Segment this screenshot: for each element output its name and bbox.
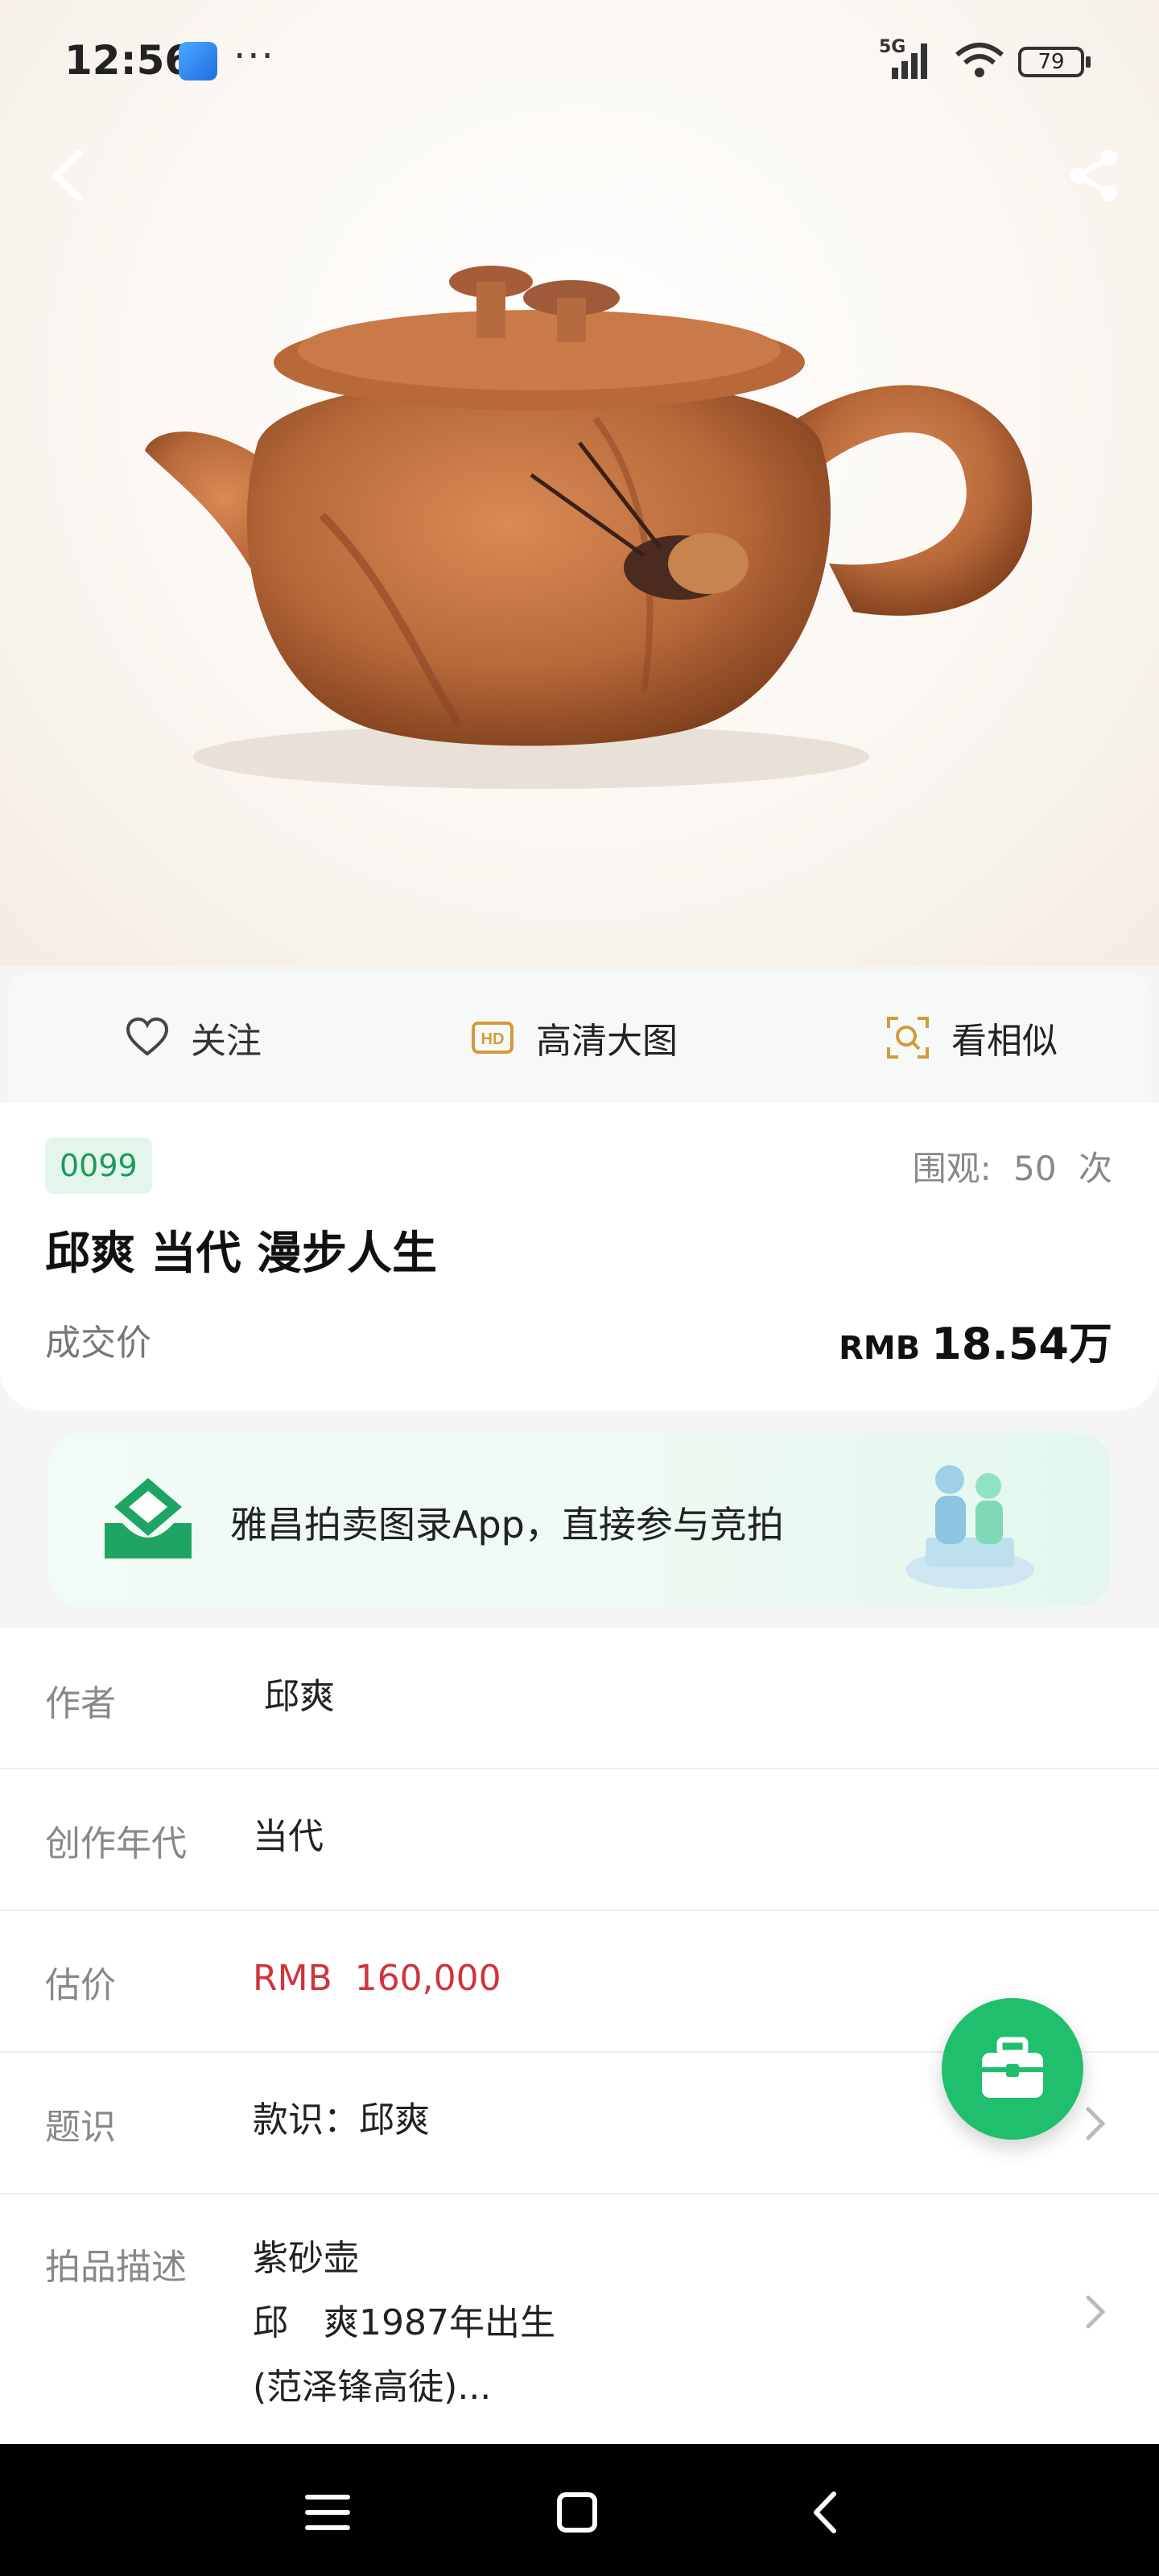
views-unit: 次	[1078, 1149, 1112, 1188]
detail-value: 当代	[253, 1816, 324, 1857]
detail-row-era: 创作年代 当代	[0, 1768, 1159, 1911]
views-count: 50	[1013, 1149, 1057, 1188]
chevron-right-icon	[1086, 2295, 1106, 2329]
similar-button[interactable]: 看相似	[885, 1009, 1058, 1066]
signal-icon	[892, 43, 927, 79]
briefcase-fab-button[interactable]	[942, 1998, 1083, 2140]
teapot-illustration	[145, 266, 1033, 789]
system-nav-bar	[0, 2444, 1159, 2576]
detail-label: 估价	[45, 1965, 116, 2006]
artwork-image[interactable]: 12:56 ··· 5G 79	[0, 0, 1159, 966]
view-count: 围观: 50 次	[913, 1141, 1112, 1191]
hd-image-label: 高清大图	[536, 1021, 678, 1062]
description-text: 紫砂壶 邱 爽1987年出生 (范泽锋高徒)...	[253, 2227, 555, 2420]
deal-amount: 18.54万	[931, 1319, 1112, 1369]
hd-icon: HD	[472, 1022, 514, 1054]
page: 12:56 ··· 5G 79 关注 HD 高清大图 看相似 0099 围观: …	[0, 0, 1159, 2576]
deal-currency: RMB	[839, 1330, 921, 1367]
lot-number-badge: 0099	[45, 1137, 152, 1194]
detail-label: 拍品描述	[45, 2247, 187, 2288]
battery-icon: 79	[1018, 47, 1091, 77]
deal-price: RMB 18.54万	[839, 1308, 1112, 1372]
more-notifications-icon: ···	[233, 34, 275, 79]
lot-title: 邱爽 当代 漫步人生	[45, 1228, 437, 1280]
app-promo-banner[interactable]: 雅昌拍卖图录App，直接参与竞拍	[48, 1433, 1111, 1607]
description-line: (范泽锋高徒)...	[253, 2367, 492, 2408]
home-icon[interactable]	[549, 2484, 605, 2541]
bidding-people-illustration	[905, 1465, 1034, 1589]
detail-row-author: 作者 邱爽	[0, 1628, 1159, 1769]
artron-app-logo	[105, 1478, 192, 1558]
back-icon[interactable]	[43, 143, 92, 208]
follow-label: 关注	[191, 1021, 262, 1062]
status-time: 12:56	[64, 37, 193, 84]
views-label: 围观:	[912, 1149, 992, 1188]
detail-label: 创作年代	[45, 1823, 187, 1864]
menu-icon[interactable]	[299, 2484, 356, 2541]
detail-value: 邱爽	[264, 1676, 335, 1717]
share-icon[interactable]	[1062, 143, 1127, 208]
status-bar: 12:56 ··· 5G 79	[0, 0, 1159, 121]
hd-image-button[interactable]: HD 高清大图	[470, 1009, 678, 1066]
detail-row-description[interactable]: 拍品描述 紫砂壶 邱 爽1987年出生 (范泽锋高徒)...	[0, 2193, 1159, 2444]
heart-icon	[126, 1017, 169, 1056]
detail-label: 题识	[45, 2107, 116, 2148]
follow-button[interactable]: 关注	[125, 1009, 262, 1066]
app-notification-icon	[179, 42, 217, 80]
svg-text:HD: HD	[481, 1030, 505, 1048]
back-nav-icon[interactable]	[798, 2484, 855, 2541]
banner-text: 雅昌拍卖图录App，直接参与竞拍	[230, 1503, 784, 1546]
similar-label: 看相似	[951, 1021, 1058, 1062]
detail-label: 作者	[45, 1683, 116, 1724]
description-line: 紫砂壶	[253, 2238, 359, 2279]
description-line: 邱 爽1987年出生	[253, 2302, 555, 2343]
detail-value: 款识：邱爽	[253, 2099, 430, 2140]
estimate-value: RMB 160,000	[253, 1958, 501, 1999]
chevron-right-icon	[1086, 2107, 1106, 2140]
action-bar: 关注 HD 高清大图 看相似	[8, 974, 1151, 1103]
briefcase-icon	[982, 2037, 1043, 2098]
wifi-icon	[955, 43, 1004, 77]
deal-price-label: 成交价	[45, 1323, 151, 1364]
scan-search-icon	[887, 1017, 929, 1059]
lot-info-card: 0099 围观: 50 次 邱爽 当代 漫步人生 成交价 RMB 18.54万	[0, 1103, 1159, 1410]
